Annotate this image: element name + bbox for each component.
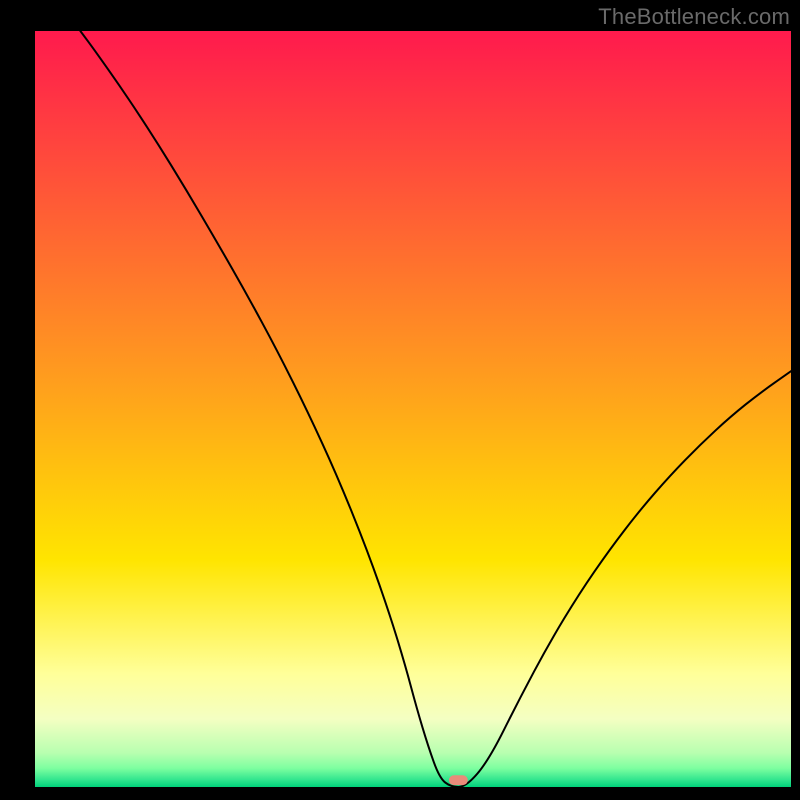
gradient-background xyxy=(35,31,791,787)
minimum-marker xyxy=(449,775,468,785)
watermark-text: TheBottleneck.com xyxy=(598,4,790,30)
plot-area xyxy=(35,31,791,787)
chart-frame: TheBottleneck.com xyxy=(0,0,800,800)
chart-svg xyxy=(35,31,791,787)
